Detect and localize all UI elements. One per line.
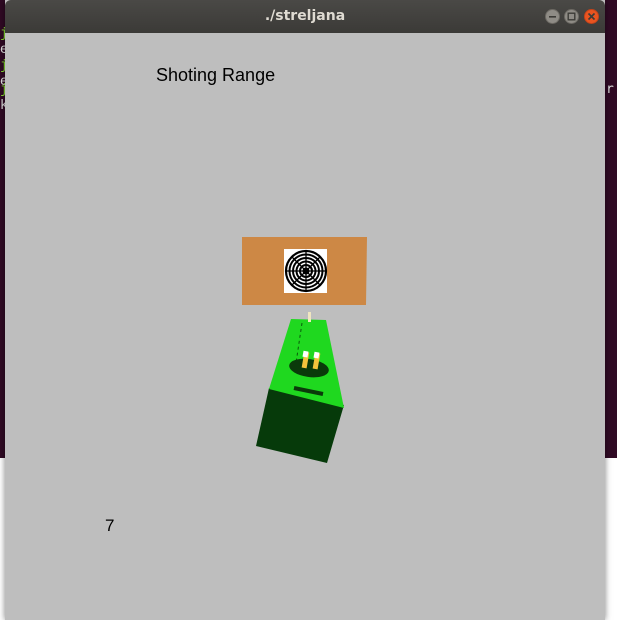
gun-trigger-cap-right bbox=[313, 351, 320, 359]
app-window: ./streljana Shoting Range 7 bbox=[5, 0, 605, 620]
scene-drawing bbox=[242, 237, 367, 463]
minimize-button[interactable] bbox=[545, 9, 560, 24]
close-button[interactable] bbox=[584, 9, 599, 24]
window-title: ./streljana bbox=[264, 8, 346, 24]
maximize-icon bbox=[567, 12, 576, 21]
close-icon bbox=[587, 12, 596, 21]
gun-trigger-cap-left bbox=[302, 350, 309, 358]
score-counter: 7 bbox=[105, 516, 115, 535]
gun-barrel-tip bbox=[308, 312, 311, 322]
maximize-button[interactable] bbox=[564, 9, 579, 24]
bullseye-icon bbox=[284, 249, 328, 293]
window-titlebar[interactable]: ./streljana bbox=[5, 0, 605, 33]
minimize-icon bbox=[549, 16, 556, 18]
opengl-canvas[interactable]: Shoting Range 7 bbox=[5, 33, 605, 620]
